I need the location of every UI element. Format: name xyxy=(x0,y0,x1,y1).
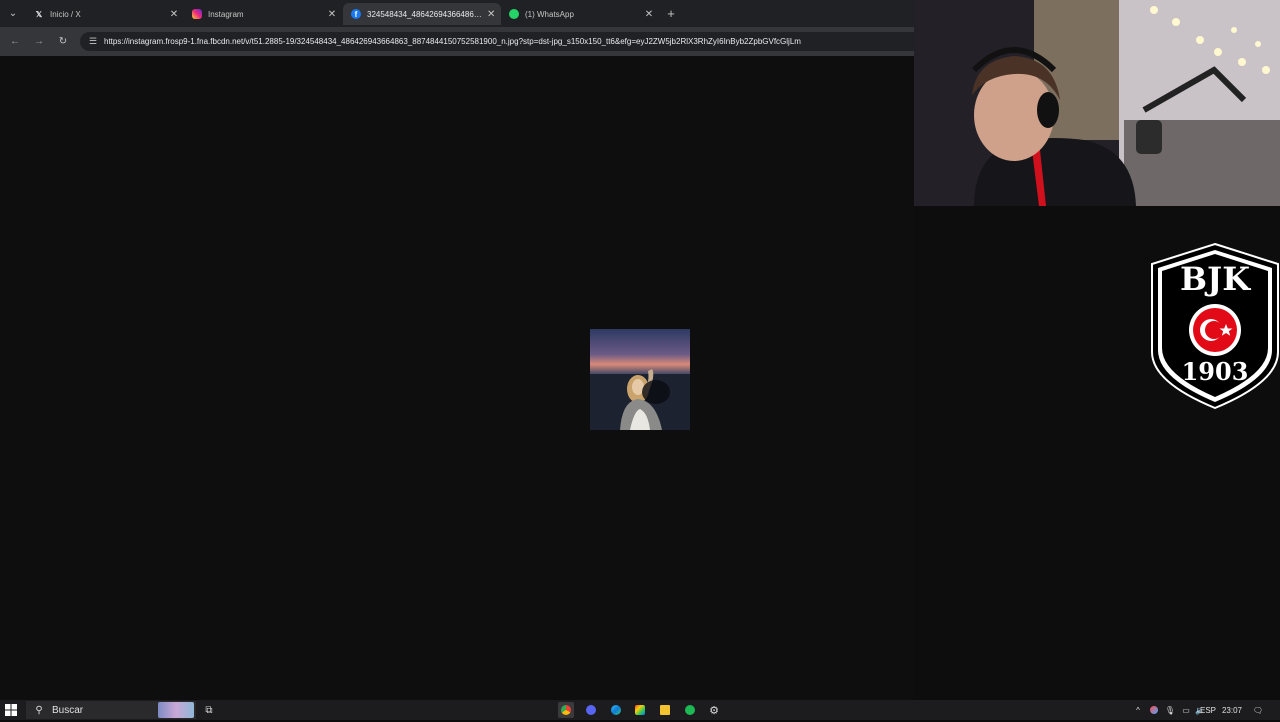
crest-text-bjk: BJK xyxy=(1180,260,1251,298)
settings-icon[interactable]: ⚙ xyxy=(706,702,722,718)
windows-start-icon[interactable] xyxy=(4,703,18,717)
windows-taskbar: ⚲ Buscar ⧉ ⚙ ^ 🎙 ▭ 🔈 ESP 23:07 🗨 xyxy=(0,700,1280,720)
notification-icon[interactable]: 🗨 xyxy=(1252,703,1264,717)
tab-image[interactable]: f 324548434_486426943664863_8 ✕ xyxy=(343,3,501,25)
close-icon[interactable]: ✕ xyxy=(167,9,181,20)
site-info-icon[interactable]: ☰ xyxy=(86,36,100,47)
spotify-icon[interactable] xyxy=(682,702,698,718)
taskbar-search-box[interactable]: ⚲ Buscar xyxy=(26,701,196,719)
tray-app-icon[interactable] xyxy=(1148,703,1160,717)
facebook-icon: f xyxy=(351,9,361,19)
tab-whatsapp[interactable]: (1) WhatsApp ✕ xyxy=(501,3,659,25)
microphone-icon[interactable]: 🎙 xyxy=(1164,703,1176,717)
search-placeholder: Buscar xyxy=(52,704,84,716)
bjk-crest-logo: BJK 1903 xyxy=(1150,242,1280,410)
colorful-app-icon[interactable] xyxy=(632,702,648,718)
tab-instagram[interactable]: Instagram ✕ xyxy=(184,3,342,25)
back-arrow-icon[interactable]: ← xyxy=(8,34,22,48)
edge-icon[interactable] xyxy=(608,702,624,718)
close-icon[interactable]: ✕ xyxy=(642,9,656,20)
address-bar[interactable]: ☰ https://instagram.frosp9-1.fna.fbcdn.n… xyxy=(80,32,914,51)
tab-title: 324548434_486426943664863_8 xyxy=(367,9,485,19)
discord-icon[interactable] xyxy=(583,702,599,718)
task-view-icon[interactable]: ⧉ xyxy=(202,703,216,717)
clock[interactable]: 23:07 xyxy=(1220,703,1244,717)
new-tab-button[interactable]: + xyxy=(664,5,678,21)
tab-search-chevron-icon[interactable]: ⌄ xyxy=(4,5,22,21)
tab-strip: ⌄ 𝕏 Inicio / X ✕ Instagram ✕ f 324548434… xyxy=(0,0,914,27)
close-icon[interactable]: ✕ xyxy=(484,9,498,20)
tab-x[interactable]: 𝕏 Inicio / X ✕ xyxy=(26,3,184,25)
language-indicator[interactable]: ESP xyxy=(1198,703,1218,717)
crest-text-year: 1903 xyxy=(1182,357,1249,386)
profile-photo[interactable] xyxy=(590,329,690,430)
file-explorer-icon[interactable] xyxy=(657,702,673,718)
tab-title: (1) WhatsApp xyxy=(525,9,574,19)
x-logo-icon: 𝕏 xyxy=(35,9,43,19)
tab-title: Instagram xyxy=(208,9,244,19)
chevron-up-icon[interactable]: ^ xyxy=(1132,703,1144,717)
forward-arrow-icon[interactable]: → xyxy=(32,34,46,48)
close-icon[interactable]: ✕ xyxy=(325,9,339,20)
image-viewer xyxy=(0,56,914,700)
network-icon[interactable]: ▭ xyxy=(1180,703,1192,717)
search-icon: ⚲ xyxy=(35,704,43,716)
reload-icon[interactable]: ↻ xyxy=(56,34,70,48)
search-highlight-image xyxy=(158,702,194,718)
tab-title: Inicio / X xyxy=(50,9,81,19)
instagram-icon xyxy=(192,9,202,19)
browser-toolbar: ← → ↻ ☰ https://instagram.frosp9-1.fna.f… xyxy=(0,27,914,56)
whatsapp-icon xyxy=(509,9,519,19)
webcam-overlay xyxy=(914,0,1280,206)
url-text[interactable]: https://instagram.frosp9-1.fna.fbcdn.net… xyxy=(104,37,801,46)
chrome-icon[interactable] xyxy=(558,702,574,718)
